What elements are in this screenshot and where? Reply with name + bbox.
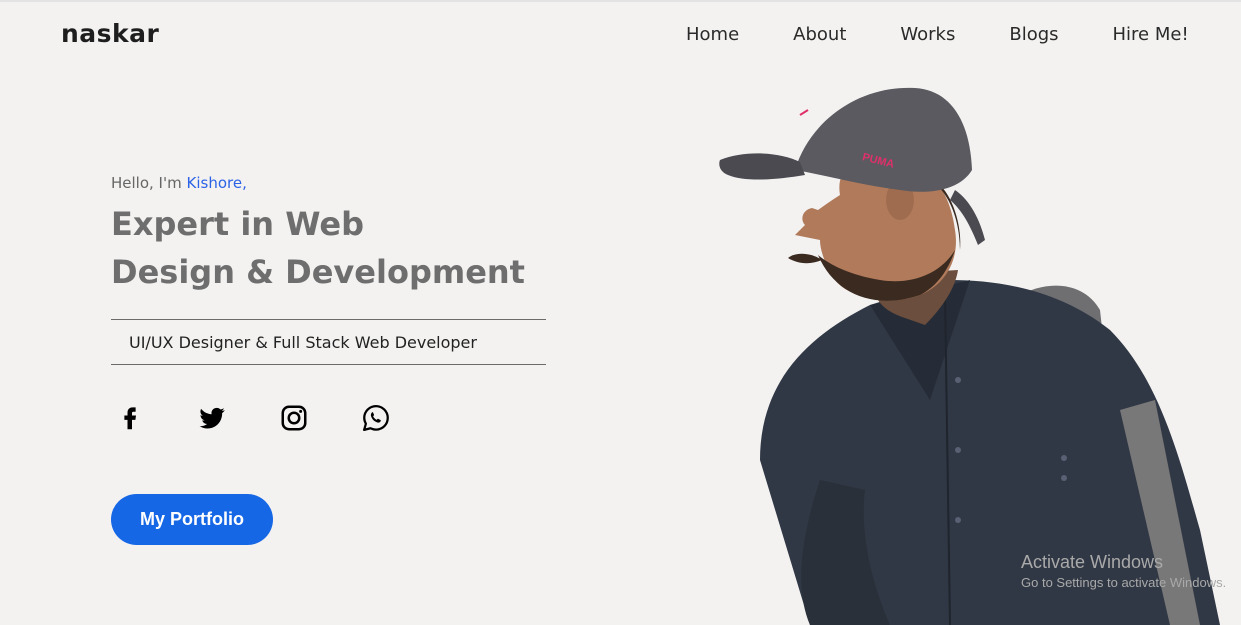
greeting: Hello, I'm Kishore, (111, 174, 247, 192)
brand-logo[interactable]: naskar (61, 19, 159, 48)
facebook-icon (124, 407, 136, 430)
activate-windows-watermark: Activate Windows Go to Settings to activ… (1021, 552, 1226, 590)
nav-home[interactable]: Home (686, 24, 739, 45)
instagram-link[interactable] (277, 401, 311, 435)
social-links (113, 401, 393, 435)
greeting-prefix: Hello, I'm (111, 174, 182, 192)
headline-line-2: Design & Development (111, 253, 525, 291)
nav-about[interactable]: About (793, 24, 846, 45)
whatsapp-icon (363, 405, 389, 431)
top-border (0, 0, 1241, 2)
greeting-name: Kishore, (186, 174, 247, 192)
hero-photo: PUMA (719, 87, 1220, 625)
subtitle-box: UI/UX Designer & Full Stack Web Develope… (111, 319, 546, 365)
twitter-link[interactable] (195, 401, 229, 435)
whatsapp-link[interactable] (359, 401, 393, 435)
headline: Expert in Web Design & Development (111, 200, 525, 296)
my-portfolio-button[interactable]: My Portfolio (111, 494, 273, 545)
headline-line-1: Expert in Web (111, 205, 364, 243)
instagram-icon (281, 405, 307, 431)
watermark-title: Activate Windows (1021, 552, 1164, 572)
nav-works[interactable]: Works (900, 24, 955, 45)
nav-blogs[interactable]: Blogs (1009, 24, 1058, 45)
subtitle-text: UI/UX Designer & Full Stack Web Develope… (129, 332, 477, 352)
facebook-link[interactable] (113, 401, 147, 435)
twitter-icon (199, 407, 225, 429)
watermark-subtitle: Go to Settings to activate Windows. (1021, 575, 1227, 590)
main-nav: Home About Works Blogs Hire Me! (686, 24, 1189, 45)
nav-hire-me[interactable]: Hire Me! (1113, 24, 1189, 45)
